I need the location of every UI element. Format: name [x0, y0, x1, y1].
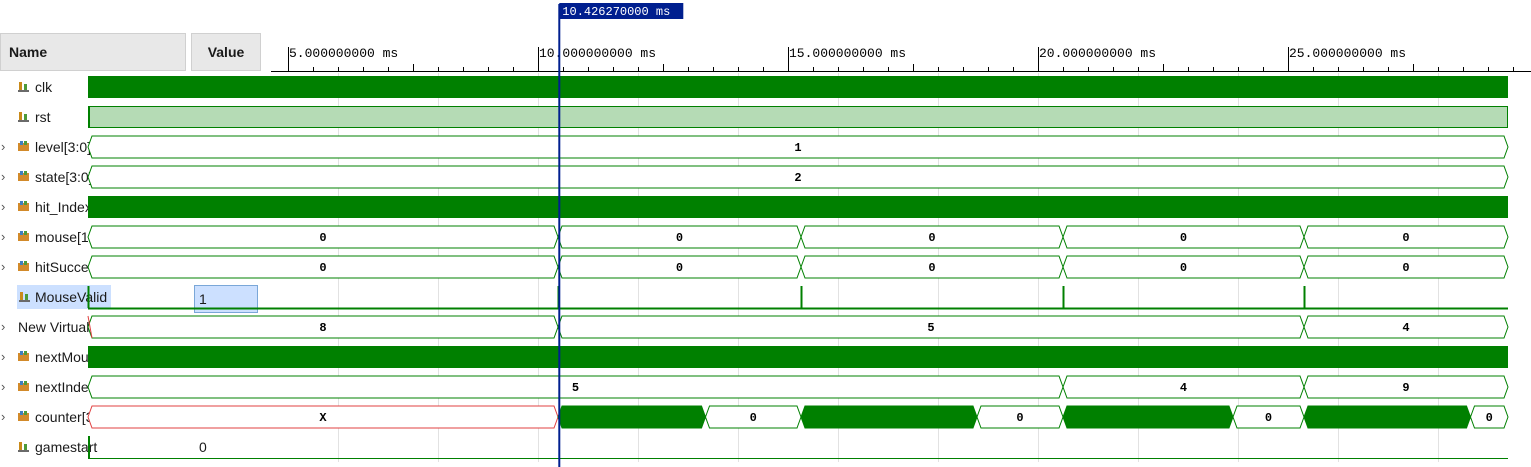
wave-bus-value: 5 [927, 321, 934, 335]
wave-bus-value: 9 [1402, 381, 1409, 395]
wave-bus-dense [557, 405, 707, 429]
wave-bus-value: 0 [928, 231, 935, 245]
wave-bus-value: 2 [794, 171, 801, 185]
wave-bus-value: 0 [319, 261, 326, 275]
wave-edge [88, 436, 90, 458]
axis-tick-label: 25.000000000 ms [1289, 46, 1406, 61]
wave-bus-value: 0 [1265, 411, 1272, 425]
waveform-canvas[interactable]: 5.000000000 ms 10.000000000 ms 15.00000000… [0, 0, 1531, 467]
wave-bus-value: 0 [1402, 231, 1409, 245]
wave-high-fill [88, 106, 1508, 128]
axis-tick-label: 5.000000000 ms [289, 46, 398, 61]
wave-bus-dense [1303, 405, 1472, 429]
wave-bus-value: 4 [1402, 321, 1409, 335]
wave-bus-dense [1062, 405, 1234, 429]
wave-dense-fill [88, 346, 1508, 368]
bit-signal-icon [19, 292, 30, 302]
wave-dense-fill [88, 196, 1508, 218]
axis-tick-label: 15.000000000 ms [789, 46, 906, 61]
wave-bus-value: X [319, 411, 327, 425]
wave-bus-value: 0 [676, 261, 683, 275]
wave-bus-value: 0 [319, 231, 326, 245]
wave-bus-value: 0 [1180, 231, 1187, 245]
wave-bus-dense [800, 405, 978, 429]
axis-tick-label: 20.000000000 ms [1039, 46, 1156, 61]
wave-dense-fill [88, 76, 1508, 98]
wave-bus-value: 5 [572, 381, 579, 395]
wave-bus-value: 0 [928, 261, 935, 275]
wave-bus-value: 1 [794, 141, 801, 155]
wave-bus-value: 0 [1486, 411, 1493, 425]
wave-bus-value: 0 [1180, 261, 1187, 275]
wave-edge [88, 106, 90, 128]
cursor-time-label: 10.426270000 ms [562, 5, 670, 19]
wave-bus-value: 0 [750, 411, 757, 425]
wave-bus-value: 0 [1016, 411, 1023, 425]
wave-bus-value: 0 [1402, 261, 1409, 275]
axis-tick-label: 10.000000000 ms [539, 46, 656, 61]
wave-bus-value: 8 [319, 321, 326, 335]
wave-bus-value: 0 [676, 231, 683, 245]
wave-bus-value: 4 [1180, 381, 1187, 395]
